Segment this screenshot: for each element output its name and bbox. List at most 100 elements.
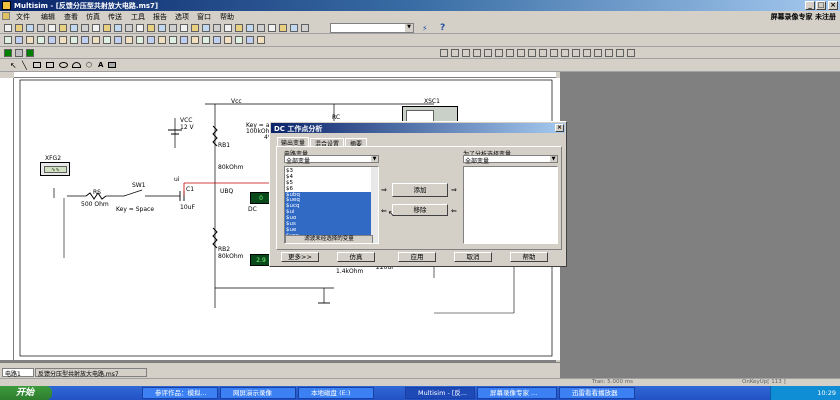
toolbar-button-icon[interactable] (70, 24, 78, 32)
minimize-button[interactable]: _ (805, 1, 815, 10)
toolbar-button-icon[interactable] (158, 24, 166, 32)
toolbar-button-icon[interactable] (202, 24, 210, 32)
task-item-6[interactable]: 迅雷看看播放器 (559, 387, 635, 399)
toolbar-button-icon[interactable] (246, 24, 254, 32)
toolbar-button-icon[interactable] (451, 49, 459, 57)
pointer-icon[interactable]: ↖ (10, 61, 17, 70)
toolbar-button-icon[interactable] (279, 24, 287, 32)
toolbar-button-icon[interactable] (213, 24, 221, 32)
help-button[interactable]: 帮助 (510, 252, 548, 262)
cancel-button[interactable]: 取消 (454, 252, 492, 262)
toolbar-button-icon[interactable] (26, 24, 34, 32)
toolbar-button-icon[interactable] (37, 24, 45, 32)
toolbar-button-icon[interactable] (605, 49, 613, 57)
menu-tools[interactable]: 工具 (131, 12, 145, 22)
horizontal-scrollbar[interactable] (0, 362, 560, 368)
toolbar-button-icon[interactable] (517, 49, 525, 57)
toolbar-button-icon[interactable] (48, 24, 56, 32)
help-icon[interactable]: ? (440, 23, 449, 33)
function-generator[interactable]: ∿∿ (40, 162, 70, 176)
menu-options[interactable]: 选项 (175, 12, 189, 22)
menu-edit[interactable]: 编辑 (41, 12, 55, 22)
toolbar-button-icon[interactable] (290, 24, 298, 32)
rectangle-icon[interactable] (33, 62, 41, 68)
toolbar-button-icon[interactable] (257, 24, 265, 32)
toolbar-button-icon[interactable] (136, 24, 144, 32)
more-button[interactable]: 更多>> (281, 252, 319, 262)
toolbar-button-icon[interactable] (59, 24, 67, 32)
ellipse-icon[interactable] (59, 62, 68, 68)
list-scrollbar[interactable] (371, 167, 378, 243)
toolbar-button-icon[interactable] (268, 24, 276, 32)
maximize-button[interactable]: □ (816, 1, 826, 10)
tab-amplifier-file[interactable]: 反馈分压型共射放大电路.ms7 (35, 368, 147, 378)
line-icon[interactable]: ╲ (22, 61, 27, 70)
toolbar-button-icon[interactable] (147, 36, 155, 44)
tab-output-variables[interactable]: 输出变量 (277, 137, 309, 147)
toolbar-button-icon[interactable] (169, 24, 177, 32)
toolbar-button-icon[interactable] (583, 49, 591, 57)
image-icon[interactable] (108, 62, 116, 68)
toolbar-button-icon[interactable] (257, 36, 265, 44)
toolbar-button-icon[interactable] (169, 36, 177, 44)
toolbar-button-icon[interactable] (202, 36, 210, 44)
toolbar-button-icon[interactable] (70, 36, 78, 44)
menu-window[interactable]: 窗口 (197, 12, 211, 22)
tab-misc-options[interactable]: 混合设置 (310, 138, 344, 148)
toolbar-button-icon[interactable] (15, 49, 23, 57)
toolbar-button-icon[interactable] (528, 49, 536, 57)
add-button[interactable]: 添加 (392, 183, 448, 197)
toolbar-button-icon[interactable] (103, 24, 111, 32)
toolbar-button-icon[interactable] (114, 36, 122, 44)
toolbar-button-icon[interactable] (81, 24, 89, 32)
menu-reports[interactable]: 报告 (153, 12, 167, 22)
toolbar-button-icon[interactable] (627, 49, 635, 57)
polygon-icon[interactable]: ⬡ (86, 61, 92, 69)
toolbar-button-icon[interactable] (246, 36, 254, 44)
start-button[interactable]: 开始 (0, 386, 52, 400)
task-item-3[interactable]: 本地磁盘 (E:) (298, 387, 374, 399)
toolbar-button-icon[interactable] (48, 36, 56, 44)
toolbar-button-icon[interactable] (191, 24, 199, 32)
toolbar-button-icon[interactable] (539, 49, 547, 57)
toolbar-button-icon[interactable] (550, 49, 558, 57)
toolbar-button-icon[interactable] (125, 24, 133, 32)
menu-help[interactable]: 帮助 (220, 12, 234, 22)
menu-transfer[interactable]: 传送 (108, 12, 122, 22)
toolbar-button-icon[interactable] (440, 49, 448, 57)
menu-file[interactable]: 文件 (16, 12, 30, 22)
toolbar-button-icon[interactable] (462, 49, 470, 57)
toolbar-button-icon[interactable] (26, 36, 34, 44)
toolbar-button-icon[interactable] (572, 49, 580, 57)
toolbar-button-icon[interactable] (224, 24, 232, 32)
toolbar-button-icon[interactable] (506, 49, 514, 57)
task-item-2[interactable]: 网屏演示录像 (220, 387, 296, 399)
apply-button[interactable]: 应用 (398, 252, 436, 262)
toolbar-button-icon[interactable] (224, 36, 232, 44)
toolbar-button-icon[interactable] (59, 36, 67, 44)
toolbar-button-icon[interactable] (235, 36, 243, 44)
text-icon[interactable]: A (98, 61, 103, 69)
toolbar-button-icon[interactable] (114, 24, 122, 32)
toolbar-button-icon[interactable] (561, 49, 569, 57)
dialog-close-button[interactable]: × (555, 124, 564, 132)
toolbar-button-icon[interactable] (136, 36, 144, 44)
toolbar-button-icon[interactable] (4, 36, 12, 44)
toolbar-button-icon[interactable] (81, 36, 89, 44)
toolbar-button-icon[interactable] (213, 36, 221, 44)
toolbar-button-icon[interactable] (473, 49, 481, 57)
toolbar-button-icon[interactable] (26, 49, 34, 57)
toolbar-button-icon[interactable] (594, 49, 602, 57)
right-filter-select[interactable]: 全部变量 ▼ (463, 155, 558, 165)
tab-circuit1[interactable]: 电路1 (2, 368, 34, 378)
toolbar-button-icon[interactable] (484, 49, 492, 57)
square-icon[interactable] (46, 62, 54, 68)
tab-summary[interactable]: 摘要 (345, 138, 367, 148)
toolbar-button-icon[interactable] (15, 36, 23, 44)
menu-simulate[interactable]: 仿真 (86, 12, 100, 22)
toolbar-button-icon[interactable] (235, 24, 243, 32)
filter-unselected-button[interactable]: 滤波未经选择的变量 (285, 235, 373, 243)
toolbar-button-icon[interactable] (4, 24, 12, 32)
toolbar-button-icon[interactable] (92, 36, 100, 44)
toolbar-button-icon[interactable] (147, 24, 155, 32)
